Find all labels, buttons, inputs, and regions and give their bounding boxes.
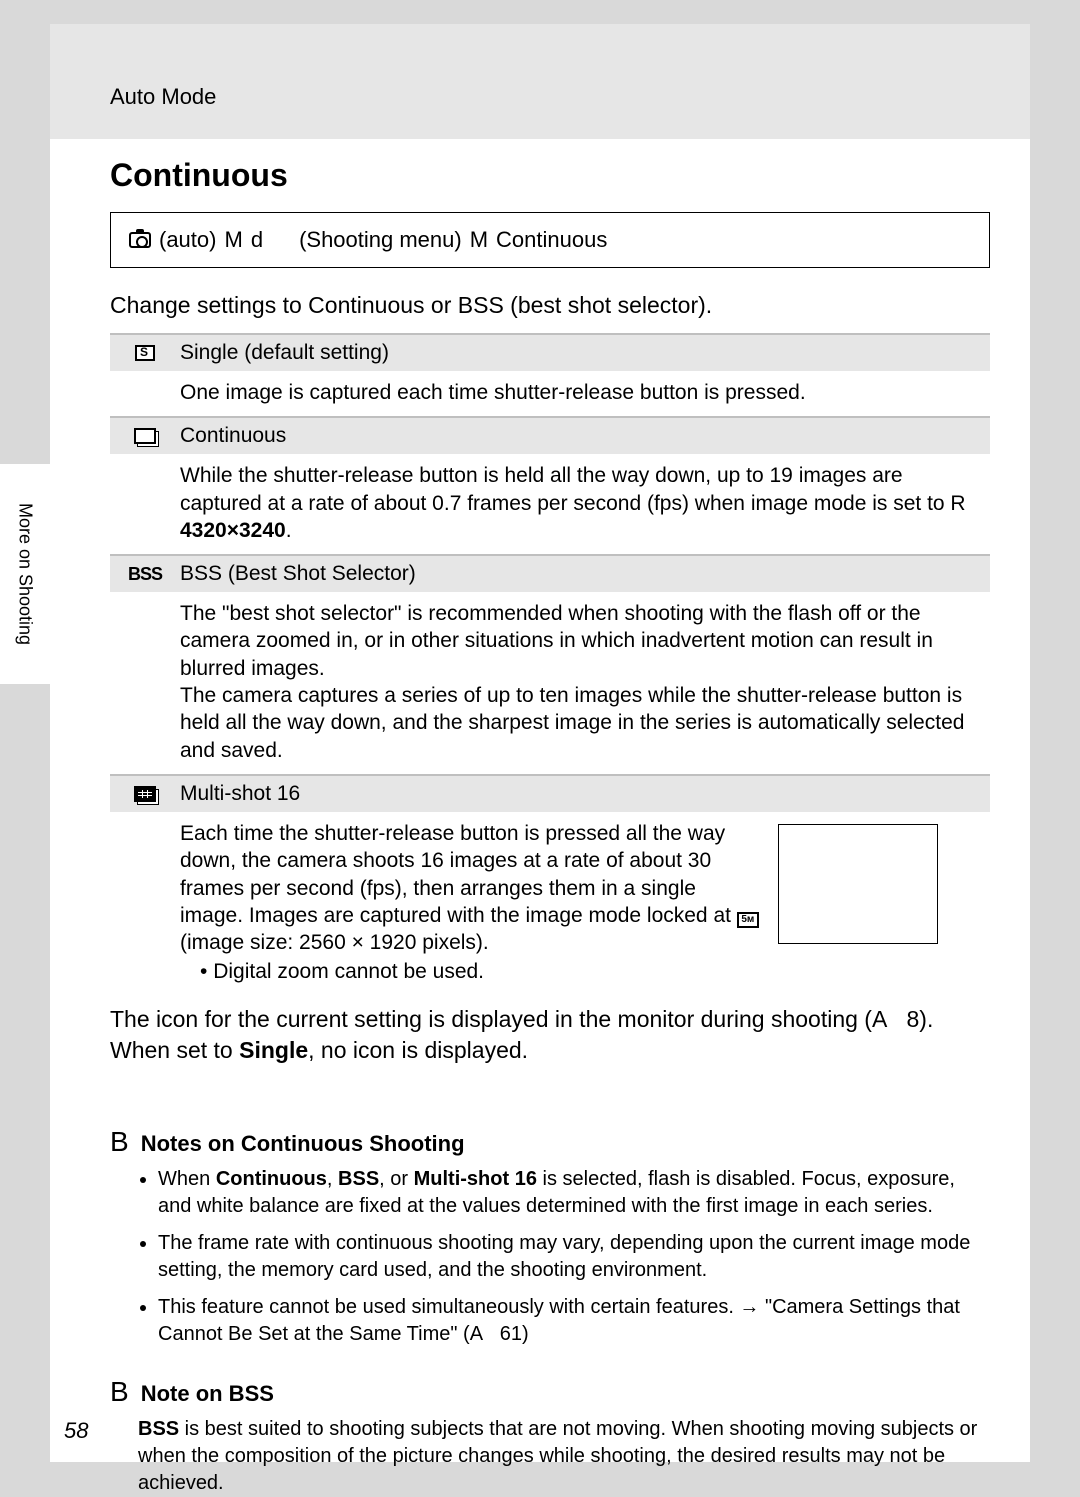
row-multishot-text: Each time the shutter-release button is … <box>180 820 760 986</box>
row-bss-label: BSS (Best Shot Selector) <box>180 562 990 586</box>
menu-path-box: (auto) M d (Shooting menu) M Continuous <box>110 212 990 268</box>
multishot-icon <box>134 786 156 802</box>
row-bss-head: BSS BSS (Best Shot Selector) <box>110 554 990 592</box>
menu-path-shooting: (Shooting menu) <box>299 227 462 253</box>
single-icon <box>135 345 155 361</box>
row-continuous-head: Continuous <box>110 416 990 454</box>
section-title: Continuous <box>110 157 990 194</box>
note-item-3: This feature cannot be used simultaneous… <box>158 1294 990 1348</box>
side-tab-label: More on Shooting <box>15 503 36 645</box>
multishot-sample-image <box>778 824 938 944</box>
continuous-icon <box>134 428 156 444</box>
page-content: Continuous (auto) M d (Shooting menu) M … <box>110 139 990 1497</box>
camera-icon <box>129 232 151 248</box>
menu-path-m2: M <box>470 227 488 253</box>
menu-path-auto: (auto) <box>159 227 216 253</box>
row-multishot-head: Multi-shot 16 <box>110 774 990 812</box>
multishot-bullet: • Digital zoom cannot be used. <box>200 958 760 985</box>
note-item-1: When Continuous, BSS, or Multi-shot 16 i… <box>158 1166 990 1220</box>
after-table-text: The icon for the current setting is disp… <box>110 1004 990 1066</box>
menu-path-d: d <box>251 227 263 253</box>
row-single-label: Single (default setting) <box>180 341 990 365</box>
row-bss-text: The "best shot selector" is recommended … <box>180 600 990 764</box>
bss-icon: BSS <box>128 564 162 585</box>
intro-text: Change settings to Continuous or BSS (be… <box>110 292 990 319</box>
menu-path-continuous: Continuous <box>496 227 607 253</box>
row-continuous-text: While the shutter-release button is held… <box>180 462 990 544</box>
menu-path-m1: M <box>224 227 242 253</box>
notes-bss-title: BNote on BSS <box>110 1376 990 1408</box>
notes-bss-body: BSS is best suited to shooting subjects … <box>110 1416 990 1497</box>
notes-continuous-list: When Continuous, BSS, or Multi-shot 16 i… <box>110 1166 990 1348</box>
page-number: 58 <box>64 1418 88 1444</box>
note-marker-icon: B <box>110 1126 129 1157</box>
row-single-body: One image is captured each time shutter-… <box>110 371 990 416</box>
row-multishot-label: Multi-shot 16 <box>180 782 990 806</box>
row-continuous-body: While the shutter-release button is held… <box>110 454 990 554</box>
page-header-band: Auto Mode <box>50 24 1030 139</box>
five-m-icon: 5м <box>737 912 759 928</box>
side-tab: More on Shooting <box>0 464 50 684</box>
row-single-text: One image is captured each time shutter-… <box>180 379 990 406</box>
mode-label: Auto Mode <box>110 84 216 110</box>
notes-continuous-title: BNotes on Continuous Shooting <box>110 1126 990 1158</box>
row-single-head: Single (default setting) <box>110 333 990 371</box>
notes-section: BNotes on Continuous Shooting When Conti… <box>110 1126 990 1497</box>
note-item-2: The frame rate with continuous shooting … <box>158 1230 990 1284</box>
settings-table: Single (default setting) One image is ca… <box>110 333 990 996</box>
row-continuous-label: Continuous <box>180 424 990 448</box>
row-multishot-body: Each time the shutter-release button is … <box>110 812 990 996</box>
note-marker-icon: B <box>110 1376 129 1407</box>
manual-page: Auto Mode More on Shooting Continuous (a… <box>50 24 1030 1462</box>
row-bss-body: The "best shot selector" is recommended … <box>110 592 990 774</box>
